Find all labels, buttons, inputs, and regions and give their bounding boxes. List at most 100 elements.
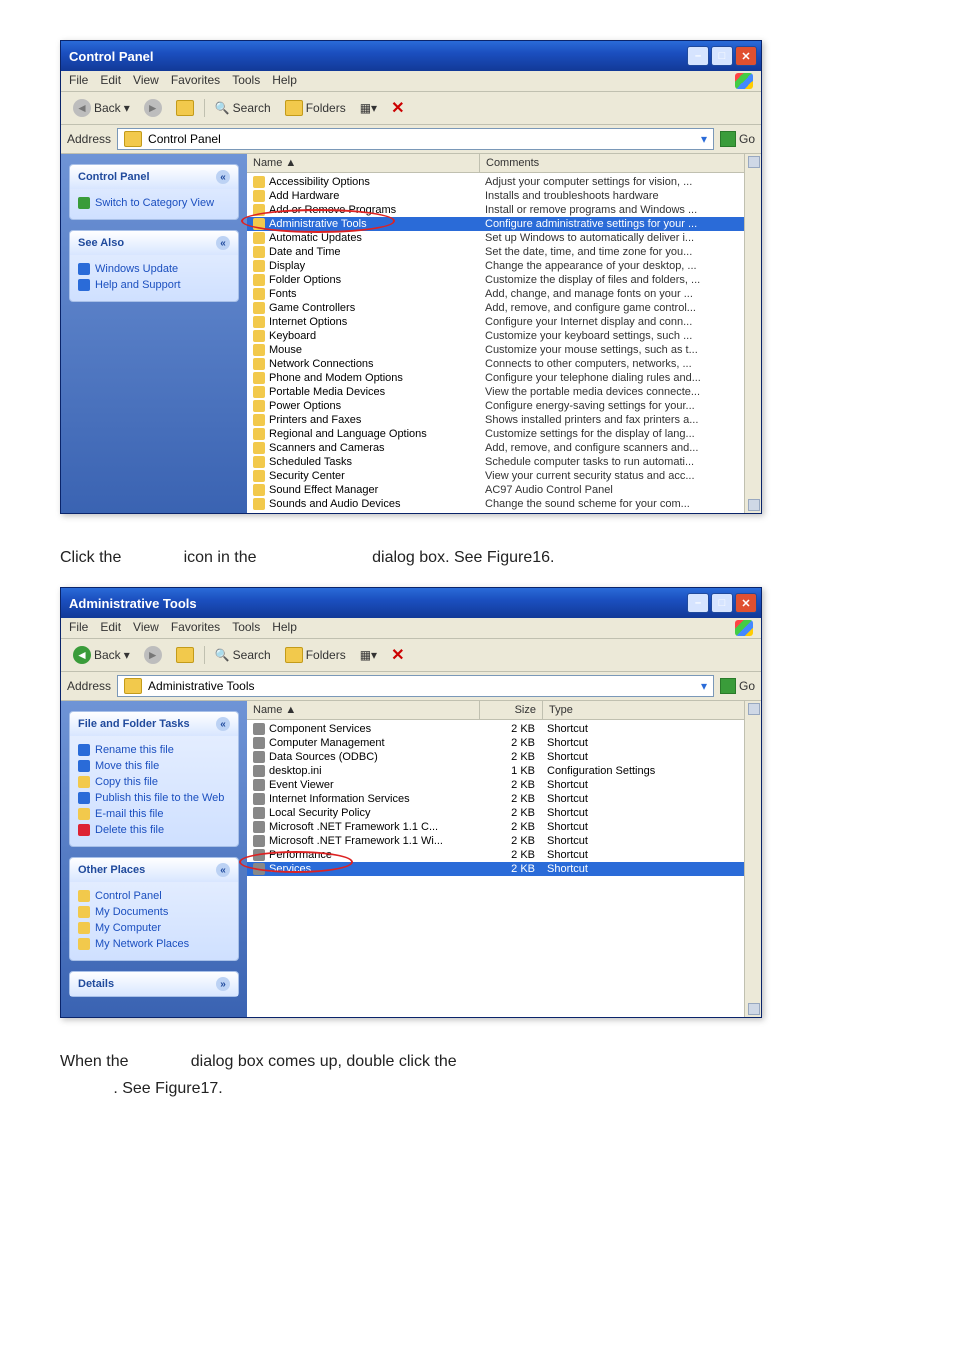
col-name[interactable]: Name ▲	[247, 701, 480, 719]
list-item[interactable]: Portable Media DevicesView the portable …	[247, 385, 761, 399]
col-type[interactable]: Type	[543, 701, 761, 719]
control-panel-header[interactable]: Control Panel«	[70, 165, 238, 189]
task-link[interactable]: Move this file	[78, 758, 230, 774]
task-link[interactable]: E-mail this file	[78, 806, 230, 822]
menu-tools[interactable]: Tools	[232, 620, 260, 636]
list-item[interactable]: Component Services2 KBShortcut	[247, 722, 761, 736]
list-item[interactable]: Performance2 KBShortcut	[247, 848, 761, 862]
delete-button[interactable]: ✕	[387, 643, 408, 667]
menu-view[interactable]: View	[133, 73, 159, 89]
close-button[interactable]: ✕	[735, 46, 757, 66]
views-button[interactable]: ▦▾	[356, 99, 381, 117]
title-bar[interactable]: Control Panel – □ ✕	[61, 41, 761, 71]
back-button[interactable]: ◄Back ▾	[69, 97, 134, 119]
list-item[interactable]: Microsoft .NET Framework 1.1 C...2 KBSho…	[247, 820, 761, 834]
task-link[interactable]: Rename this file	[78, 742, 230, 758]
list-item[interactable]: Internet OptionsConfigure your Internet …	[247, 315, 761, 329]
scrollbar[interactable]	[744, 701, 761, 1017]
folders-button[interactable]: Folders	[281, 98, 350, 118]
list-item[interactable]: Data Sources (ODBC)2 KBShortcut	[247, 750, 761, 764]
folders-button[interactable]: Folders	[281, 645, 350, 665]
scrollbar[interactable]	[744, 154, 761, 513]
list-item[interactable]: Security CenterView your current securit…	[247, 469, 761, 483]
place-link[interactable]: My Computer	[78, 920, 230, 936]
details-header[interactable]: Details»	[70, 972, 238, 996]
places-header[interactable]: Other Places«	[70, 858, 238, 882]
list-item[interactable]: Microsoft .NET Framework 1.1 Wi...2 KBSh…	[247, 834, 761, 848]
back-button[interactable]: ◄Back ▾	[69, 644, 134, 666]
up-button[interactable]	[172, 98, 198, 118]
collapse-icon[interactable]: «	[216, 236, 230, 250]
list-item[interactable]: Folder OptionsCustomize the display of f…	[247, 273, 761, 287]
list-item[interactable]: Accessibility OptionsAdjust your compute…	[247, 175, 761, 189]
list-item[interactable]: FontsAdd, change, and manage fonts on yo…	[247, 287, 761, 301]
col-name[interactable]: Name ▲	[247, 154, 480, 172]
address-dropdown-icon[interactable]: ▾	[701, 679, 707, 693]
list-item[interactable]: Game ControllersAdd, remove, and configu…	[247, 301, 761, 315]
windows-update-link[interactable]: Windows Update	[78, 261, 230, 277]
list-item[interactable]: Sounds and Audio DevicesChange the sound…	[247, 497, 761, 511]
list-item[interactable]: Local Security Policy2 KBShortcut	[247, 806, 761, 820]
list-item[interactable]: Services2 KBShortcut	[247, 862, 761, 876]
see-also-header[interactable]: See Also«	[70, 231, 238, 255]
address-field[interactable]: Control Panel ▾	[117, 128, 714, 150]
tasks-header[interactable]: File and Folder Tasks«	[70, 712, 238, 736]
go-button[interactable]: Go	[720, 678, 755, 694]
list-item[interactable]: Regional and Language OptionsCustomize s…	[247, 427, 761, 441]
forward-button[interactable]: ►	[140, 97, 166, 119]
list-item[interactable]: Internet Information Services2 KBShortcu…	[247, 792, 761, 806]
minimize-button[interactable]: –	[687, 46, 709, 66]
address-field[interactable]: Administrative Tools ▾	[117, 675, 714, 697]
menu-edit[interactable]: Edit	[100, 620, 121, 636]
delete-button[interactable]: ✕	[387, 96, 408, 120]
list-item[interactable]: Power OptionsConfigure energy-saving set…	[247, 399, 761, 413]
menu-favorites[interactable]: Favorites	[171, 73, 220, 89]
task-link[interactable]: Delete this file	[78, 822, 230, 838]
address-dropdown-icon[interactable]: ▾	[701, 132, 707, 146]
up-button[interactable]	[172, 645, 198, 665]
place-link[interactable]: My Network Places	[78, 936, 230, 952]
list-item[interactable]: Date and TimeSet the date, time, and tim…	[247, 245, 761, 259]
list-item[interactable]: KeyboardCustomize your keyboard settings…	[247, 329, 761, 343]
list-item[interactable]: desktop.ini1 KBConfiguration Settings	[247, 764, 761, 778]
maximize-button[interactable]: □	[711, 46, 733, 66]
list-item[interactable]: Administrative ToolsConfigure administra…	[247, 217, 761, 231]
expand-icon[interactable]: »	[216, 977, 230, 991]
list-item[interactable]: Automatic UpdatesSet up Windows to autom…	[247, 231, 761, 245]
search-button[interactable]: 🔍 Search	[211, 646, 275, 664]
menu-file[interactable]: File	[69, 73, 88, 89]
forward-button[interactable]: ►	[140, 644, 166, 666]
menu-file[interactable]: File	[69, 620, 88, 636]
list-item[interactable]: Add or Remove ProgramsInstall or remove …	[247, 203, 761, 217]
menu-edit[interactable]: Edit	[100, 73, 121, 89]
list-item[interactable]: Scanners and CamerasAdd, remove, and con…	[247, 441, 761, 455]
collapse-icon[interactable]: «	[216, 717, 230, 731]
search-button[interactable]: 🔍 Search	[211, 99, 275, 117]
list-item[interactable]: MouseCustomize your mouse settings, such…	[247, 343, 761, 357]
list-item[interactable]: Add HardwareInstalls and troubleshoots h…	[247, 189, 761, 203]
close-button[interactable]: ✕	[735, 593, 757, 613]
list-item[interactable]: Event Viewer2 KBShortcut	[247, 778, 761, 792]
collapse-icon[interactable]: «	[216, 170, 230, 184]
list-item[interactable]: Network ConnectionsConnects to other com…	[247, 357, 761, 371]
list-item[interactable]: Printers and FaxesShows installed printe…	[247, 413, 761, 427]
maximize-button[interactable]: □	[711, 593, 733, 613]
menu-help[interactable]: Help	[272, 620, 297, 636]
list-item[interactable]: Sound Effect ManagerAC97 Audio Control P…	[247, 483, 761, 497]
switch-category-view[interactable]: Switch to Category View	[78, 195, 230, 211]
list-item[interactable]: DisplayChange the appearance of your des…	[247, 259, 761, 273]
place-link[interactable]: Control Panel	[78, 888, 230, 904]
list-item[interactable]: Computer Management2 KBShortcut	[247, 736, 761, 750]
col-size[interactable]: Size	[480, 701, 543, 719]
task-link[interactable]: Copy this file	[78, 774, 230, 790]
menu-view[interactable]: View	[133, 620, 159, 636]
task-link[interactable]: Publish this file to the Web	[78, 790, 230, 806]
title-bar[interactable]: Administrative Tools – □ ✕	[61, 588, 761, 618]
collapse-icon[interactable]: «	[216, 863, 230, 877]
go-button[interactable]: Go	[720, 131, 755, 147]
menu-tools[interactable]: Tools	[232, 73, 260, 89]
place-link[interactable]: My Documents	[78, 904, 230, 920]
views-button[interactable]: ▦▾	[356, 646, 381, 664]
list-item[interactable]: Phone and Modem OptionsConfigure your te…	[247, 371, 761, 385]
menu-favorites[interactable]: Favorites	[171, 620, 220, 636]
